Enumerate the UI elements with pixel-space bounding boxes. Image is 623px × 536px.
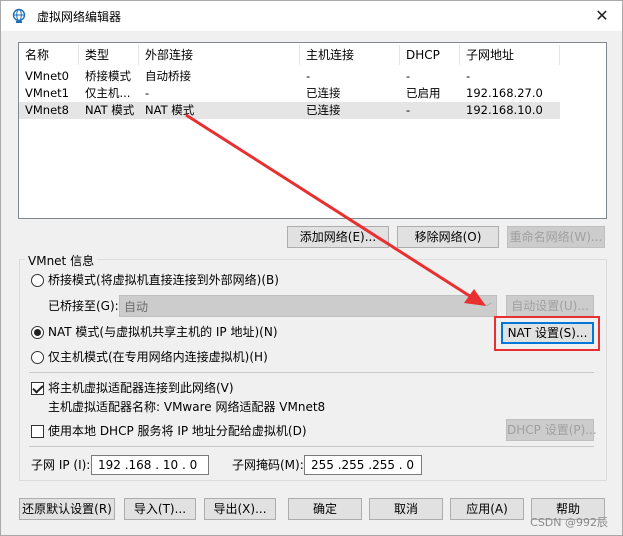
close-icon: ✕ bbox=[595, 6, 609, 25]
dhcp-checkbox[interactable] bbox=[31, 425, 44, 438]
apply-button[interactable]: 应用(A) bbox=[450, 498, 524, 520]
title-bar: 虚拟网络编辑器 ✕ bbox=[1, 1, 622, 31]
table-row-vmnet1[interactable]: VMnet1 仅主机... - 已连接 已启用 192.168.27.0 bbox=[19, 85, 560, 102]
cell-name: VMnet1 bbox=[25, 86, 69, 100]
cell-dhcp: 已启用 bbox=[406, 86, 441, 100]
cell-dhcp: - bbox=[406, 103, 411, 117]
table-row-vmnet8[interactable]: VMnet8 NAT 模式 NAT 模式 已连接 - 192.168.10.0 bbox=[19, 102, 560, 119]
ok-button[interactable]: 确定 bbox=[288, 498, 362, 520]
watermark: CSDN @992辰 bbox=[530, 516, 608, 529]
window-title: 虚拟网络编辑器 bbox=[37, 10, 122, 24]
export-button[interactable]: 导出(X)... bbox=[204, 498, 276, 520]
column-header-external[interactable]: 外部连接 bbox=[139, 43, 193, 67]
bridged-to-value: 自动 bbox=[124, 300, 149, 314]
remove-network-button[interactable]: 移除网络(O) bbox=[397, 226, 499, 248]
subnet-ip-input[interactable]: 192 .168 . 10 . 0 bbox=[91, 455, 209, 475]
adapter-name-text: 主机虚拟适配器名称: VMware 网络适配器 VMnet8 bbox=[48, 400, 326, 414]
vmnet-info-group bbox=[19, 259, 607, 481]
auto-settings-button[interactable]: 自动设置(U)... bbox=[506, 295, 594, 317]
import-button[interactable]: 导入(T)... bbox=[124, 498, 196, 520]
network-list-header: 名称 类型 外部连接 主机连接 DHCP 子网地址 bbox=[19, 43, 606, 67]
network-globe-icon bbox=[12, 8, 26, 23]
column-header-name[interactable]: 名称 bbox=[19, 43, 49, 67]
cancel-button[interactable]: 取消 bbox=[369, 498, 443, 520]
cell-type: 桥接模式 bbox=[85, 69, 131, 83]
cell-subnet: - bbox=[466, 69, 471, 83]
rename-network-button[interactable]: 重命名网络(W)... bbox=[507, 226, 605, 248]
cell-type: 仅主机... bbox=[85, 86, 131, 100]
dhcp-settings-button[interactable]: DHCP 设置(P)... bbox=[506, 419, 597, 441]
chevron-down-icon: ﹀ bbox=[482, 303, 492, 314]
cell-dhcp: - bbox=[406, 69, 411, 83]
cell-name: VMnet0 bbox=[25, 69, 69, 83]
subnet-mask-label: 子网掩码(M): bbox=[232, 458, 304, 472]
connect-adapter-checkbox[interactable] bbox=[31, 382, 44, 395]
column-header-dhcp[interactable]: DHCP bbox=[400, 43, 440, 67]
bridged-to-select[interactable]: 自动 ﹀ bbox=[119, 295, 497, 317]
column-header-host[interactable]: 主机连接 bbox=[300, 43, 354, 67]
cell-external: 自动桥接 bbox=[145, 69, 191, 83]
bridged-mode-label[interactable]: 桥接模式(将虚拟机直接连接到外部网络)(B) bbox=[48, 272, 279, 288]
column-header-type[interactable]: 类型 bbox=[79, 43, 109, 67]
subnet-ip-label: 子网 IP (I): bbox=[31, 458, 91, 472]
table-row-vmnet0[interactable]: VMnet0 桥接模式 自动桥接 - - - bbox=[19, 68, 560, 85]
bridged-mode-radio[interactable] bbox=[31, 274, 44, 287]
cell-host: 已连接 bbox=[306, 103, 341, 117]
divider bbox=[29, 446, 594, 447]
dhcp-label[interactable]: 使用本地 DHCP 服务将 IP 地址分配给虚拟机(D) bbox=[48, 423, 307, 439]
close-button[interactable]: ✕ bbox=[582, 1, 622, 31]
add-network-button[interactable]: 添加网络(E)... bbox=[287, 226, 389, 248]
host-only-mode-label[interactable]: 仅主机模式(在专用网络内连接虚拟机)(H) bbox=[48, 349, 268, 365]
cell-name: VMnet8 bbox=[25, 103, 69, 117]
cell-type: NAT 模式 bbox=[85, 103, 135, 117]
connect-adapter-label[interactable]: 将主机虚拟适配器连接到此网络(V) bbox=[48, 380, 234, 396]
cell-external: NAT 模式 bbox=[145, 103, 195, 117]
nat-mode-label[interactable]: NAT 模式(与虚拟机共享主机的 IP 地址)(N) bbox=[48, 324, 278, 340]
bridged-to-label: 已桥接至(G): bbox=[48, 299, 119, 313]
cell-external: - bbox=[145, 86, 150, 100]
vmnet-info-title: VMnet 信息 bbox=[25, 252, 98, 269]
cell-subnet: 192.168.27.0 bbox=[466, 86, 543, 100]
annotation-highlight-box bbox=[494, 316, 600, 351]
subnet-mask-input[interactable]: 255 .255 .255 . 0 bbox=[304, 455, 422, 475]
nat-mode-radio[interactable] bbox=[31, 326, 44, 339]
cell-host: 已连接 bbox=[306, 86, 341, 100]
cell-subnet: 192.168.10.0 bbox=[466, 103, 543, 117]
divider bbox=[29, 372, 594, 373]
network-list[interactable]: 名称 类型 外部连接 主机连接 DHCP 子网地址 VMnet0 桥接模式 自动… bbox=[18, 42, 607, 219]
restore-defaults-button[interactable]: 还原默认设置(R) bbox=[19, 498, 115, 520]
column-header-subnet[interactable]: 子网地址 bbox=[460, 43, 514, 67]
host-only-mode-radio[interactable] bbox=[31, 351, 44, 364]
cell-host: - bbox=[306, 69, 311, 83]
virtual-network-editor-window: 虚拟网络编辑器 ✕ 名称 类型 外部连接 主机连接 DHCP 子网地址 VMne… bbox=[0, 0, 623, 536]
